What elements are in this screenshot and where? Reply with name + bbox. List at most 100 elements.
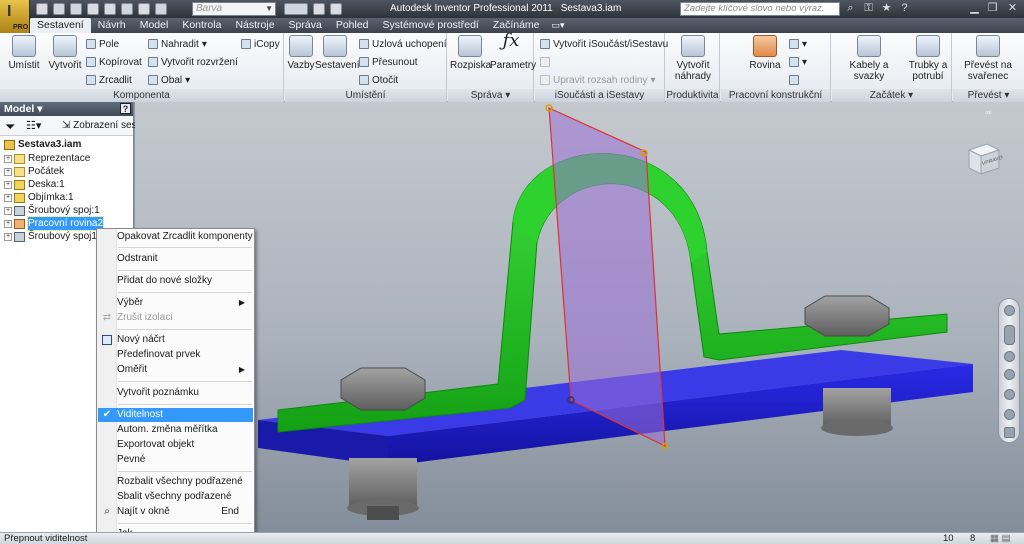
expand-icon[interactable]: + [4,167,12,176]
tree-node-sroubovy-spoj-2[interactable]: + Šroubový spoj1_ [4,230,103,243]
menu-item-expand-all[interactable]: Rozbalit všechny podřazené [98,475,253,489]
tab-systemove-prostredi[interactable]: Systémové prostředí [376,18,486,33]
navbar-options-icon[interactable] [1004,427,1015,438]
tree-node-sroubovy-spoj-1[interactable]: + Šroubový spoj:1 [4,204,100,217]
chevron-down-icon[interactable]: ▾ [34,103,42,115]
menu-item-collapse-all[interactable]: Sbalit všechny podřazené [98,490,253,504]
place-button[interactable]: Umístit [4,35,44,71]
constrain-button[interactable]: Vazby [287,35,315,71]
tree-node-reprezentace[interactable]: + Reprezentace [4,152,90,165]
rotate-button[interactable]: Otočit [359,74,398,86]
tree-node-deska[interactable]: + Deska:1 [4,178,65,191]
restore-icon[interactable]: ❐ [986,2,999,15]
tree-options-icon[interactable]: ☷▾ [26,119,41,132]
menu-item-autoresize[interactable]: Autom. změna měřítka [98,423,253,437]
work-axis-button[interactable]: ▾ [789,38,807,50]
wheel-toggle-icon[interactable] [1004,325,1015,345]
subscription-icon[interactable]: ⚿ [862,2,875,15]
help-icon[interactable]: ? [898,2,911,15]
close-icon[interactable]: ✕ [1006,2,1019,15]
bolt-left-head[interactable] [340,367,426,411]
look-at-icon[interactable] [1004,409,1015,420]
tab-pohled[interactable]: Pohled [329,18,376,33]
pattern-button[interactable]: Pole [86,38,119,50]
viewcube[interactable]: VPRAVO [963,138,1003,178]
bolt-left-bottom[interactable] [347,458,419,520]
tree-node-pracovni-rovina2[interactable]: + Pracovní rovina2 [4,216,105,231]
assemble-button[interactable]: Sestavení [315,35,359,71]
move-button[interactable]: Přesunout [359,56,418,68]
bolt-right-bottom[interactable] [821,388,893,436]
graphics-viewport[interactable]: VPRAVO ▫▫▫ [135,102,1024,532]
menu-item-redefine-feature[interactable]: Předefinovat prvek [98,348,253,362]
tab-navrh[interactable]: Návrh [91,18,133,33]
bom-button[interactable]: Rozpiska [450,35,491,71]
parameters-button[interactable]: ƒx Parametry [490,32,536,72]
tab-sprava[interactable]: Správa [282,18,329,33]
mirror-button[interactable]: Zrcadlit [86,74,132,86]
expand-icon[interactable]: + [4,232,12,241]
minimize-icon[interactable]: ▁ [968,2,981,15]
expand-icon[interactable]: + [4,206,12,215]
grip-snap-button[interactable]: Uzlová uchopení [359,38,447,50]
tree-root[interactable]: Sestava3.iam [4,138,81,151]
steering-wheel-icon[interactable] [1004,305,1015,316]
menu-item-repeat-mirror[interactable]: Opakovat Zrcadlit komponenty [98,230,253,244]
menu-item-grounded[interactable]: Pevné [98,453,253,467]
expand-icon[interactable]: + [4,154,12,163]
color-override-select[interactable]: Barva ▼ [192,2,276,16]
work-plane-button[interactable]: Rovina [745,35,785,71]
filter-icon[interactable]: ⏷ [5,119,15,135]
viewcube-home-icon[interactable]: ▫▫▫ [985,108,999,118]
menu-item-visibility[interactable]: ✔ Viditelnost [98,408,253,422]
browser-title[interactable]: Model [4,103,34,115]
fx-icon[interactable] [313,3,325,15]
tube-pipe-button[interactable]: Trubky a potrubí [906,35,950,82]
ribbon-toggle-icon[interactable]: ▭▾ [547,18,570,33]
update-icon[interactable] [138,3,150,15]
cable-harness-button[interactable]: Kabely a svazky [834,35,904,82]
create-substitutes-button[interactable]: Vytvořit náhrady [668,35,718,82]
menu-item-selection[interactable]: Výběr ▶ [98,296,253,310]
save-icon[interactable] [70,3,82,15]
application-menu-button[interactable]: I PRO [0,0,30,36]
tree-node-pocatek[interactable]: + Počátek [4,165,64,178]
pan-icon[interactable] [1004,351,1015,362]
create-ipart-button[interactable]: Vytvořit iSoučást/iSestavu [540,38,668,50]
tab-sestaveni[interactable]: Sestavení [30,18,91,33]
work-point-button[interactable]: ▾ [789,56,807,68]
make-layout-button[interactable]: Vytvořit rozvržení [148,56,238,68]
customize-qat-icon[interactable] [330,3,342,15]
tree-node-objimka[interactable]: + Objímka:1 [4,191,74,204]
convert-weldment-button[interactable]: Převést na svařenec [954,35,1022,82]
zoom-icon[interactable] [1004,369,1015,380]
menu-item-create-note[interactable]: Vytvořit poznámku [98,386,253,400]
help-icon[interactable]: ? [120,103,131,114]
expand-icon[interactable]: + [4,180,12,189]
replace-button[interactable]: Nahradit ▾ [148,38,207,50]
menu-item-export-object[interactable]: Exportovat objekt [98,438,253,452]
create-button[interactable]: Vytvořit [46,35,84,71]
menu-item-delete[interactable]: Odstranit [98,252,253,266]
shrinkwrap-button[interactable]: Obal ▾ [148,74,190,86]
bolt-right-head[interactable] [804,295,890,337]
help-search-input[interactable]: Zadejte klíčové slovo nebo výraz. [680,2,840,16]
expand-icon[interactable]: + [4,219,12,228]
ucs-button[interactable] [789,74,799,86]
star-icon[interactable]: ★ [880,2,893,15]
new-file-icon[interactable] [36,3,48,15]
tab-model[interactable]: Model [133,18,176,33]
design-doctor-icon[interactable] [284,3,308,15]
home-icon[interactable] [121,3,133,15]
redo-icon[interactable] [104,3,116,15]
binoculars-icon[interactable]: ⌕ [844,2,857,15]
tab-nastroje[interactable]: Nástroje [228,18,281,33]
menu-item-new-sketch[interactable]: Nový náčrt [98,333,253,347]
icopy-button[interactable]: iCopy [241,38,280,50]
copy-button[interactable]: Kopírovat [86,56,142,68]
menu-item-add-to-folder[interactable]: Přidat do nové složky [98,274,253,288]
select-icon[interactable] [155,3,167,15]
undo-icon[interactable] [87,3,99,15]
expand-icon[interactable]: + [4,193,12,202]
menu-item-measure[interactable]: Oměřit ▶ [98,363,253,377]
